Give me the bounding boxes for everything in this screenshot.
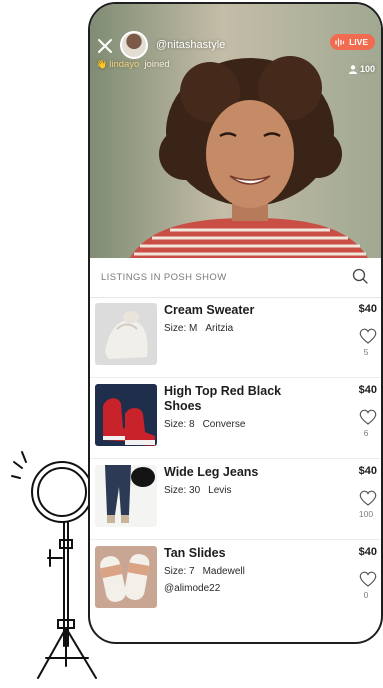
live-label: LIVE [349, 37, 368, 47]
host-avatar[interactable] [120, 31, 148, 59]
close-icon[interactable] [96, 37, 114, 55]
heart-icon[interactable] [359, 571, 377, 587]
listing-brand: Levis [208, 485, 232, 496]
listing-price: $40 [358, 384, 377, 396]
listing-title[interactable]: Cream Sweater [164, 303, 294, 318]
listing-size: Size: 7 [164, 566, 195, 577]
listing-brand: Aritzia [205, 323, 234, 334]
viewer-count: 100 [348, 64, 375, 74]
listing-size: Size: 30 [164, 485, 201, 496]
listing-thumbnail[interactable] [95, 546, 157, 608]
listing-title[interactable]: High Top Red Black Shoes [164, 384, 294, 414]
listing-title[interactable]: Tan Slides [164, 546, 294, 561]
listing-price: $40 [358, 465, 377, 477]
listing-thumbnail[interactable] [95, 384, 157, 446]
listing-thumbnail[interactable] [95, 303, 157, 365]
listings-header: LISTINGS IN POSH SHOW [90, 258, 381, 298]
listing-item[interactable]: Cream Sweater Size: M Aritzia $40 5 [90, 298, 381, 378]
listing-brand: Converse [202, 419, 246, 430]
listing-price: $40 [358, 303, 377, 315]
host-username[interactable]: @nitashastyle [156, 39, 225, 51]
live-badge: LIVE [330, 34, 375, 50]
listing-thumbnail[interactable] [95, 465, 157, 527]
like-count: 100 [358, 509, 374, 519]
listing-title[interactable]: Wide Leg Jeans [164, 465, 294, 480]
person-icon [348, 64, 357, 74]
waving-hand-icon: 👋 [96, 59, 108, 69]
join-notification: 👋 lindayo joined [96, 59, 170, 70]
heart-icon[interactable] [359, 490, 377, 506]
listing-price: $40 [358, 546, 377, 558]
listing-item[interactable]: Tan Slides Size: 7 Madewell @alimode22 $4… [90, 541, 381, 621]
listing-meta: Size: M Aritzia [164, 323, 233, 334]
listing-seller[interactable]: @alimode22 [164, 583, 220, 594]
listing-meta: Size: 7 Madewell [164, 566, 245, 577]
listing-meta: Size: 8 Converse [164, 419, 245, 430]
listing-brand: Madewell [202, 566, 245, 577]
like-count: 0 [363, 590, 369, 600]
listing-size: Size: M [164, 323, 198, 334]
listing-size: Size: 8 [164, 419, 195, 430]
listing-item[interactable]: High Top Red Black Shoes Size: 8 Converse… [90, 379, 381, 459]
live-wave-icon [335, 37, 345, 47]
phone-frame: @nitashastyle 👋 lindayo joined LIVE 100 … [88, 2, 383, 644]
listing-meta: Size: 30 Levis [164, 485, 232, 496]
joined-label: joined [144, 59, 170, 70]
live-video: @nitashastyle 👋 lindayo joined LIVE 100 [90, 4, 381, 258]
heart-icon[interactable] [359, 328, 377, 344]
joined-username: lindayo [109, 59, 140, 70]
search-icon[interactable] [351, 267, 369, 285]
like-count: 6 [363, 428, 369, 438]
listing-item[interactable]: Wide Leg Jeans Size: 30 Levis $40 100 [90, 460, 381, 540]
viewer-count-value: 100 [359, 64, 375, 74]
like-count: 5 [363, 347, 369, 357]
listings-title: LISTINGS IN POSH SHOW [101, 272, 227, 283]
heart-icon[interactable] [359, 409, 377, 425]
